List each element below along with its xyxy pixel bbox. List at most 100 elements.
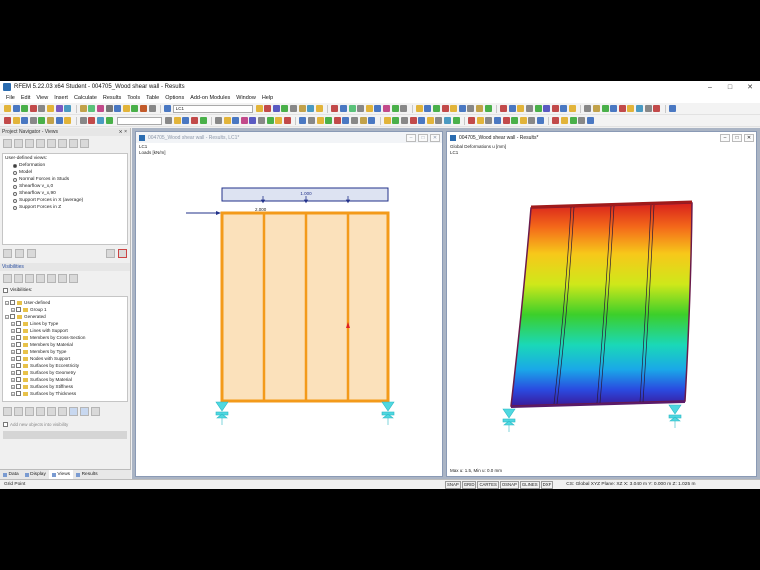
- radio-selected-icon[interactable]: [13, 163, 17, 168]
- tree-tool-icon[interactable]: [58, 407, 67, 416]
- tree-tool-icon[interactable]: [80, 407, 89, 416]
- toolbar-tool-icon[interactable]: [182, 117, 190, 124]
- tree-item[interactable]: + Members by Cross-Section: [5, 334, 125, 341]
- toolbar-tool-icon[interactable]: [357, 105, 365, 112]
- toolbar-tool-icon[interactable]: [38, 105, 46, 112]
- tree-item[interactable]: + Surfaces by Geometry: [5, 369, 125, 376]
- menu-view[interactable]: View: [36, 95, 48, 101]
- toolbar-tool-icon[interactable]: [46, 117, 54, 124]
- toolbar-tool-icon[interactable]: [96, 117, 104, 124]
- toolbar-tool-icon[interactable]: [536, 117, 544, 124]
- menu-options[interactable]: Options: [165, 95, 184, 101]
- toolbar-tool-icon[interactable]: [96, 105, 104, 112]
- toolbar-tool-icon[interactable]: [308, 117, 316, 124]
- view-option[interactable]: Shearflow v_x,0: [5, 183, 125, 190]
- tree-item[interactable]: + Members by Material: [5, 341, 125, 348]
- minimize-button[interactable]: –: [720, 133, 730, 142]
- menu-calculate[interactable]: Calculate: [74, 95, 97, 101]
- expand-icon[interactable]: +: [11, 307, 15, 312]
- delete-view-icon[interactable]: [106, 249, 115, 258]
- expand-icon[interactable]: +: [11, 384, 15, 389]
- toolbar-tool-icon[interactable]: [450, 105, 458, 112]
- view-tool-icon[interactable]: [14, 139, 23, 148]
- expand-icon[interactable]: +: [11, 342, 15, 347]
- expand-icon[interactable]: −: [5, 300, 9, 305]
- add-new-checkbox[interactable]: [3, 422, 8, 427]
- toolbar-tool-icon[interactable]: [46, 105, 54, 112]
- visibility-tool-icon[interactable]: [58, 274, 67, 283]
- toolbar-tool-icon[interactable]: [88, 105, 96, 112]
- toolbar-tool-icon[interactable]: [468, 117, 476, 124]
- pin-icon[interactable]: ⨯ ×: [119, 129, 128, 135]
- toolbar-tool-icon[interactable]: [392, 117, 400, 124]
- tree-checkbox[interactable]: [16, 321, 21, 326]
- expand-icon[interactable]: +: [11, 391, 15, 396]
- view-tool-icon[interactable]: [69, 139, 78, 148]
- cartes-toggle[interactable]: CARTES: [477, 480, 499, 489]
- view-option[interactable]: Deformation: [5, 162, 125, 169]
- toolbar-tool-icon[interactable]: [12, 117, 20, 124]
- deformation-viewport[interactable]: Global Deformations u [mm] LC1 Max u: 1.…: [447, 143, 756, 476]
- menu-insert[interactable]: Insert: [54, 95, 68, 101]
- expand-icon[interactable]: +: [11, 356, 15, 361]
- view-option[interactable]: Support Forces in X (average): [5, 197, 125, 204]
- close-button[interactable]: ✕: [430, 133, 440, 142]
- toolbar-tool-icon[interactable]: [64, 105, 72, 112]
- toolbar-tool-icon[interactable]: [215, 117, 223, 124]
- toolbar-tool-icon[interactable]: [114, 105, 122, 112]
- close-button[interactable]: ✕: [744, 133, 754, 142]
- expand-icon[interactable]: +: [11, 349, 15, 354]
- toolbar-tool-icon[interactable]: [4, 117, 11, 124]
- toolbar-tool-icon[interactable]: [653, 105, 661, 112]
- toolbar-tool-icon[interactable]: [400, 117, 408, 124]
- radio-icon[interactable]: [13, 205, 17, 210]
- save-view-icon[interactable]: [15, 249, 24, 258]
- menu-window[interactable]: Window: [236, 95, 256, 101]
- minimize-button[interactable]: –: [406, 133, 416, 142]
- expand-icon[interactable]: +: [11, 335, 15, 340]
- tree-tool-icon[interactable]: [14, 407, 23, 416]
- result-select[interactable]: [117, 116, 163, 125]
- close-view-icon[interactable]: [118, 249, 127, 258]
- tree-checkbox[interactable]: [16, 307, 21, 312]
- tree-tool-icon[interactable]: [25, 407, 34, 416]
- toolbar-tool-icon[interactable]: [21, 117, 29, 124]
- radio-icon[interactable]: [13, 184, 17, 189]
- expand-icon[interactable]: +: [11, 377, 15, 382]
- tree-checkbox[interactable]: [10, 314, 15, 319]
- view-tool-icon[interactable]: [25, 139, 34, 148]
- toolbar-tool-icon[interactable]: [485, 117, 493, 124]
- visibilities-checkbox-row[interactable]: Visibilities:: [0, 286, 130, 295]
- visibility-tool-icon[interactable]: [25, 274, 34, 283]
- toolbar-tool-icon[interactable]: [610, 105, 618, 112]
- tree-checkbox[interactable]: [16, 391, 21, 396]
- toolbar-tool-icon[interactable]: [508, 105, 516, 112]
- toolbar-tool-icon[interactable]: [190, 117, 198, 124]
- toolbar-tool-icon[interactable]: [519, 117, 527, 124]
- glines-toggle[interactable]: GLINES: [519, 480, 540, 489]
- tree-checkbox[interactable]: [16, 363, 21, 368]
- toolbar-tool-icon[interactable]: [255, 105, 263, 112]
- tree-item[interactable]: + Members by Type: [5, 348, 125, 355]
- toolbar-tool-icon[interactable]: [340, 105, 348, 112]
- maximize-button[interactable]: □: [720, 84, 740, 91]
- maximize-button[interactable]: □: [418, 133, 428, 142]
- menu-tools[interactable]: Tools: [127, 95, 140, 101]
- toolbar-tool-icon[interactable]: [266, 117, 274, 124]
- toolbar-tool-icon[interactable]: [484, 105, 492, 112]
- tab-data[interactable]: Data: [0, 470, 22, 479]
- tab-views[interactable]: Views: [48, 470, 74, 479]
- toolbar-tool-icon[interactable]: [275, 117, 283, 124]
- expand-icon[interactable]: +: [11, 328, 15, 333]
- maximize-button[interactable]: □: [732, 133, 742, 142]
- tree-item[interactable]: − Generated: [5, 313, 125, 320]
- osnap-toggle[interactable]: OSNAP: [499, 480, 519, 489]
- new-view-icon[interactable]: [3, 249, 12, 258]
- tree-tool-icon[interactable]: [3, 407, 12, 416]
- tree-item[interactable]: − User-defined: [5, 299, 125, 306]
- toolbar-tool-icon[interactable]: [105, 117, 113, 124]
- toolbar-tool-icon[interactable]: [342, 117, 350, 124]
- toolbar-tool-icon[interactable]: [618, 105, 626, 112]
- radio-icon[interactable]: [13, 170, 17, 175]
- toolbar-tool-icon[interactable]: [543, 105, 551, 112]
